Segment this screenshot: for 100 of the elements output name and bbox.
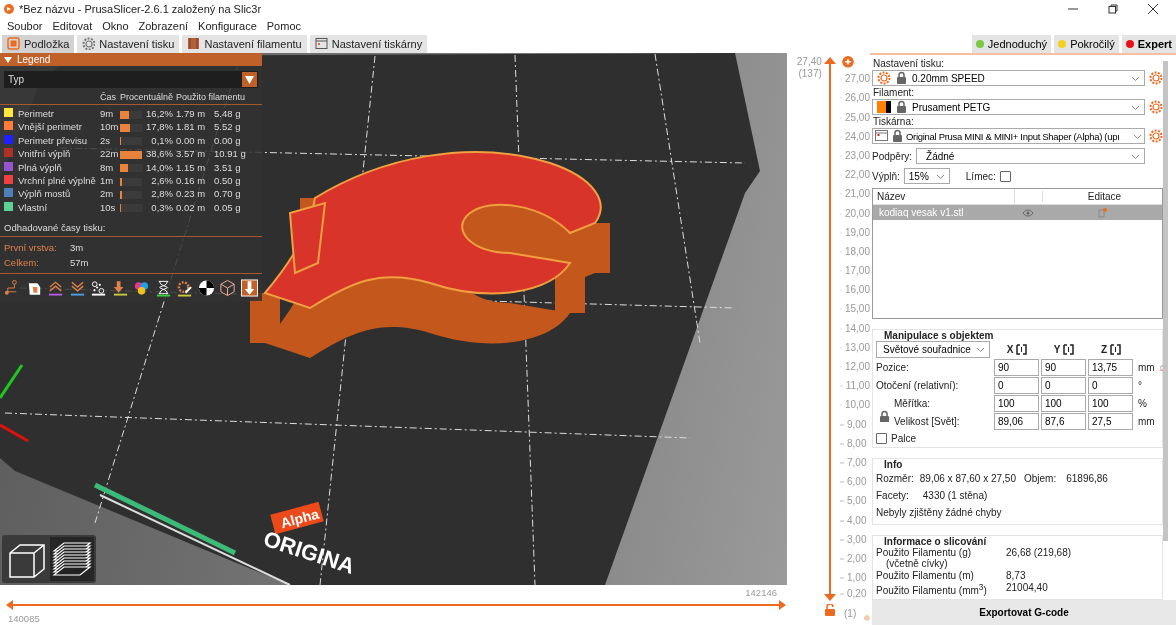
- legend-header[interactable]: Legend: [0, 53, 262, 66]
- unit-label: mm: [1138, 361, 1155, 373]
- mode-button[interactable]: Pokročilý: [1054, 34, 1119, 53]
- tick-label: 15,00: [844, 303, 870, 316]
- value-input[interactable]: 90: [994, 358, 1039, 376]
- legend-label: Plná výplň: [18, 161, 63, 175]
- layers-view-button[interactable]: [50, 537, 94, 581]
- chevrons-up-icon[interactable]: [47, 279, 65, 298]
- field-label: Nastavení tisku:: [872, 57, 946, 70]
- column-header: Čas: [100, 92, 117, 102]
- weight-text: 0.50 g: [214, 174, 242, 188]
- menu-item[interactable]: Pomoc: [261, 19, 307, 32]
- mode-button[interactable]: Expert: [1121, 34, 1176, 53]
- plater-tab-icon: [7, 37, 20, 50]
- gear-pencil-icon[interactable]: [176, 279, 194, 298]
- tick-mark: [840, 500, 844, 503]
- drop-to-bed-icon[interactable]: [1016, 343, 1028, 355]
- weight-text: 3.51 g: [214, 161, 242, 175]
- length-text: 0.00 m: [176, 134, 207, 148]
- arrow-down-icon[interactable]: [111, 279, 129, 298]
- weight-text: 0.05 g: [214, 201, 242, 215]
- quartered-circle-icon[interactable]: [197, 279, 215, 298]
- legend-title: Legend: [17, 54, 51, 65]
- value-input[interactable]: 0: [994, 376, 1039, 394]
- printer-tab-icon: [314, 37, 328, 50]
- brim-checkbox[interactable]: [999, 170, 1011, 182]
- percent-text: 17,8%: [145, 121, 174, 135]
- tick-label: 20,00: [844, 207, 870, 220]
- close-icon[interactable]: [1148, 3, 1158, 14]
- hourglass-icon[interactable]: [154, 279, 172, 298]
- settings-icon[interactable]: [1149, 129, 1163, 143]
- percent-text: 2,8%: [150, 188, 174, 202]
- maximize-icon[interactable]: [1108, 3, 1118, 14]
- lower-thumb-icon[interactable]: [824, 594, 837, 602]
- settings-icon[interactable]: [1149, 71, 1163, 85]
- value-input[interactable]: 27,5: [1088, 412, 1133, 430]
- value-input[interactable]: 100: [1041, 394, 1086, 412]
- top-layer-height: 27,40: [796, 56, 822, 68]
- tab[interactable]: Nastavení tiskárny: [309, 34, 428, 53]
- drop-to-bed-icon[interactable]: [1063, 343, 1075, 355]
- info-label: Rozměr:: [876, 472, 914, 484]
- chevrons-down-icon[interactable]: [68, 279, 86, 298]
- tab[interactable]: Nastavení filamentu: [182, 34, 307, 53]
- inches-checkbox[interactable]: [876, 432, 887, 444]
- time-text: 10m: [100, 121, 120, 135]
- value-input[interactable]: 13,75: [1088, 358, 1133, 376]
- value-input[interactable]: 0: [1041, 376, 1086, 394]
- checkbox-label: Palce: [891, 432, 916, 444]
- length-text: 0.23 m: [176, 188, 207, 202]
- upper-thumb-icon[interactable]: [824, 56, 837, 64]
- value-input[interactable]: 100: [994, 394, 1039, 412]
- menu-item[interactable]: Editovat: [47, 19, 98, 32]
- info-label: Použito Filamentu (m): [876, 569, 975, 581]
- field-label: Límec:: [965, 170, 996, 182]
- caret-icon: [1133, 132, 1142, 140]
- section-title: Informace o slicování: [881, 535, 990, 547]
- tick-label: 10,00: [844, 399, 870, 412]
- info-sublabel: (včetně cívky): [885, 557, 949, 569]
- color-circles-icon[interactable]: [133, 279, 151, 298]
- menu-item[interactable]: Okno: [97, 19, 134, 32]
- lock-icon[interactable]: [878, 409, 889, 422]
- value-input[interactable]: 0: [1088, 376, 1133, 394]
- preset-dropdown[interactable]: Prusament PETG: [872, 99, 1145, 115]
- printer-window-icon: [875, 129, 889, 143]
- view-type-dropdown[interactable]: Typ: [4, 71, 258, 88]
- unlock-icon[interactable]: [824, 604, 837, 616]
- infill-dropdown[interactable]: 15%: [903, 168, 950, 184]
- info-status: Nebyly zjištěny žádné chyby: [876, 506, 1002, 518]
- tick-label: 27,00: [844, 73, 870, 86]
- tab[interactable]: Nastavení tisku: [77, 34, 180, 53]
- tick-mark: [840, 481, 844, 484]
- tick-label: 17,00: [844, 265, 870, 278]
- field-label: Měřítka:: [894, 397, 932, 409]
- menu-item[interactable]: Konfigurace: [193, 19, 262, 32]
- menu-item[interactable]: Soubor: [2, 19, 48, 32]
- value-input[interactable]: 87,6: [1041, 412, 1086, 430]
- mode-button[interactable]: Jednoduchý: [971, 34, 1052, 53]
- tab[interactable]: Podložka: [2, 34, 75, 53]
- value-input[interactable]: 100: [1088, 394, 1133, 412]
- unit-label: %: [1138, 397, 1147, 409]
- supports-dropdown[interactable]: Žádné: [916, 148, 1145, 164]
- tick-label: 19,00: [844, 226, 870, 239]
- export-gcode-button[interactable]: Exportovat G-code: [872, 600, 1176, 625]
- settings-icon[interactable]: [1149, 100, 1163, 114]
- tick-label: 4,00: [847, 514, 867, 527]
- tick-mark: [840, 442, 844, 445]
- drop-to-bed-icon[interactable]: [1110, 343, 1122, 355]
- preset-dropdown[interactable]: Original Prusa MINI & MINI+ Input Shaper (Alpha) (upı: [872, 128, 1145, 144]
- cube-outline-icon[interactable]: [219, 279, 237, 298]
- move-slider-track[interactable]: [6, 599, 786, 611]
- legend-label: Vnější perimetr: [18, 121, 83, 135]
- caret-icon: [976, 345, 985, 353]
- unit-label: mm: [1138, 415, 1155, 427]
- value-input[interactable]: 89,06: [994, 412, 1039, 430]
- preset-dropdown[interactable]: 0.20mm SPEED: [872, 70, 1145, 86]
- scrollbar[interactable]: [1163, 61, 1168, 541]
- menu-item[interactable]: Zobrazení: [133, 19, 194, 32]
- value-input[interactable]: 90: [1041, 358, 1086, 376]
- down-arrow-box-icon[interactable]: [241, 279, 259, 298]
- add-color-change-icon[interactable]: [842, 56, 854, 68]
